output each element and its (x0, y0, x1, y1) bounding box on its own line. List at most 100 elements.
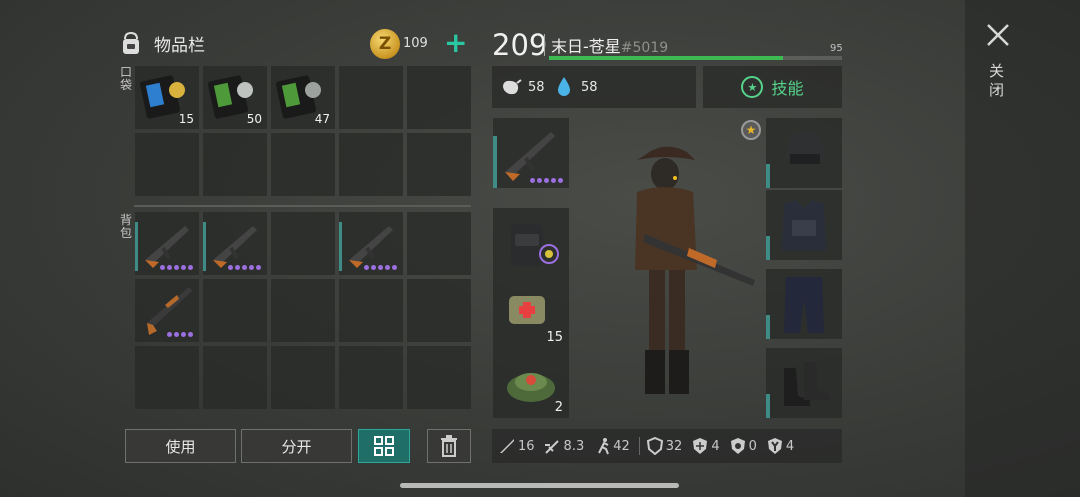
backpack-slot-9[interactable] (339, 279, 403, 342)
rank-star-icon: ★ (741, 120, 761, 140)
pocket-slot-9[interactable] (339, 133, 403, 196)
rarity-dots (160, 265, 193, 270)
biohazard-shield-icon (730, 438, 745, 454)
sword-icon (500, 439, 514, 453)
tactical-vest-icon (782, 200, 826, 250)
armor-stat: 32 (638, 437, 683, 455)
backpack-slot-8[interactable] (271, 279, 335, 342)
pocket-slot-5[interactable] (407, 66, 471, 129)
pocket-slot-1[interactable]: 15 (135, 66, 199, 129)
ranged-stat: 8.3 (544, 437, 584, 455)
backpack-icon (123, 31, 139, 54)
add-coins-button[interactable]: + (444, 29, 467, 57)
close-icon[interactable] (985, 22, 1011, 48)
radiation-value: 4 (785, 438, 795, 454)
snowflake-shield-icon (693, 438, 708, 454)
speed-stat: 42 (593, 437, 630, 455)
item-count: 47 (314, 112, 330, 126)
pocket-slot-3[interactable]: 47 (271, 66, 335, 129)
pocket-label: 口袋 (119, 65, 132, 92)
player-character (635, 146, 755, 394)
speed-value: 42 (613, 438, 630, 454)
player-name: 末日-苍星 (551, 37, 621, 56)
cold-stat: 4 (691, 437, 720, 455)
split-button[interactable]: 分开 (241, 429, 352, 463)
backpack-slot-2[interactable] (203, 212, 267, 275)
backpack-slot-13[interactable] (271, 346, 335, 409)
medkit-count: 15 (546, 330, 563, 345)
coin-count: 109 (403, 36, 428, 51)
close-button[interactable]: 关闭 (989, 62, 1007, 100)
backpack-slot-7[interactable] (203, 279, 267, 342)
running-icon (598, 438, 610, 455)
backpack-slot-10[interactable] (407, 279, 471, 342)
grid-icon (374, 436, 394, 456)
star-icon: ★ (741, 76, 764, 98)
pocket-slot-4[interactable] (339, 66, 403, 129)
backpack-slot-14[interactable] (339, 346, 403, 409)
trash-button[interactable] (427, 429, 471, 463)
pocket-slot-6[interactable] (135, 133, 199, 196)
backpack-slot-3[interactable] (271, 212, 335, 275)
vest-slot[interactable] (766, 190, 842, 260)
inventory-title: 物品栏 (154, 35, 205, 56)
xp-value: 95 (830, 43, 843, 54)
cold-value: 4 (711, 438, 720, 454)
backpack-slot[interactable] (493, 208, 569, 278)
medkit-slot[interactable]: 15 (493, 278, 569, 348)
backpack-item-icon (511, 224, 559, 266)
melee-value: 16 (518, 438, 535, 454)
hunger-value: 58 (528, 80, 545, 95)
thirst-value: 58 (581, 80, 598, 95)
pants-slot[interactable] (766, 269, 842, 339)
pocket-slot-10[interactable] (407, 133, 471, 196)
grid-view-button[interactable] (358, 429, 410, 463)
item-count: 15 (178, 112, 194, 126)
backpack-slot-6[interactable] (135, 279, 199, 342)
header-separator (544, 34, 545, 56)
rarity-dots (530, 178, 563, 183)
trap-count: 2 (554, 400, 563, 415)
melee-stat: 16 (498, 437, 535, 455)
trap-slot[interactable]: 2 (493, 348, 569, 418)
backpack-label: 背包 (119, 213, 132, 240)
backpack-slot-11[interactable] (135, 346, 199, 409)
poison-value: 0 (748, 438, 757, 454)
xp-bar (549, 56, 842, 60)
armor-value: 32 (665, 438, 683, 454)
water-drop-icon (558, 77, 570, 96)
poison-stat: 0 (729, 437, 757, 455)
backpack-slot-5[interactable] (407, 212, 471, 275)
boots-icon (784, 362, 830, 406)
backpack-slot-4[interactable] (339, 212, 403, 275)
xp-fill (549, 56, 784, 60)
coin-icon: Z (370, 29, 400, 59)
section-divider (134, 205, 471, 207)
player-name-block: 末日-苍星#5019 (551, 33, 668, 57)
player-id: #5019 (620, 40, 669, 56)
player-level: 209 (492, 28, 548, 62)
pocket-slot-2[interactable]: 50 (203, 66, 267, 129)
use-button[interactable]: 使用 (125, 429, 236, 463)
rarity-dots (228, 265, 261, 270)
home-indicator[interactable] (400, 483, 679, 488)
backpack-slot-12[interactable] (203, 346, 267, 409)
inventory-header: 物品栏 (118, 30, 205, 56)
pocket-slot-7[interactable] (203, 133, 267, 196)
pocket-slot-8[interactable] (271, 133, 335, 196)
boots-slot[interactable] (766, 348, 842, 418)
item-count: 50 (246, 112, 262, 126)
backpack-slot-1[interactable] (135, 212, 199, 275)
hunger-icon (503, 79, 522, 95)
backpack-slot-15[interactable] (407, 346, 471, 409)
skills-label: 技能 (771, 79, 804, 98)
fast-attack-icon (544, 440, 559, 454)
helmet-slot[interactable] (766, 118, 842, 188)
skills-button[interactable]: ★ 技能 (703, 66, 842, 108)
trash-icon (441, 435, 457, 457)
rarity-dots (364, 265, 397, 270)
backpack-grid (135, 212, 471, 409)
close-panel (965, 0, 1080, 497)
weapon-slot[interactable] (493, 118, 569, 188)
survival-stats: 58 58 (492, 66, 696, 108)
